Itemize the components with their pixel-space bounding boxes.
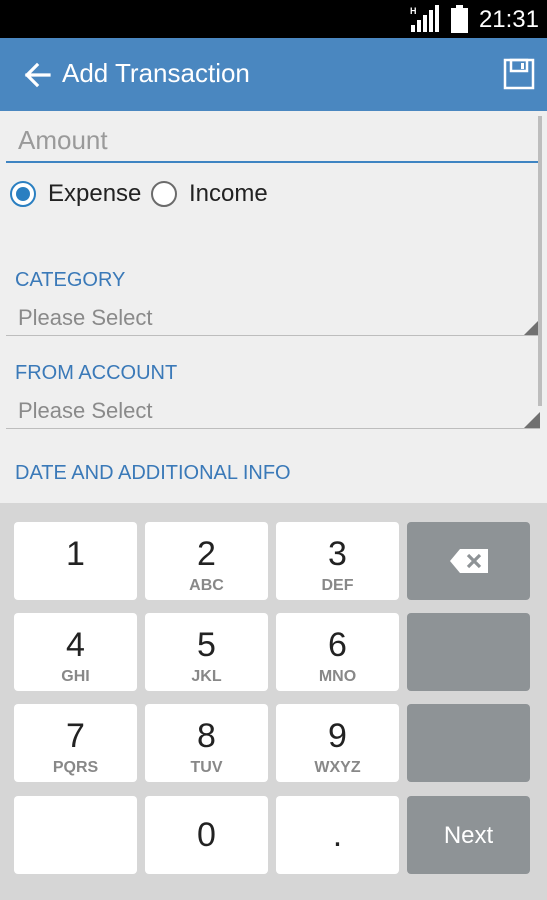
key-letters: MNO [318,668,357,685]
key-letters: TUV [190,759,223,776]
key-6[interactable]: 6 MNO [276,613,399,691]
expense-radio[interactable] [10,181,36,207]
key-letters: DEF [321,577,354,594]
key-decimal[interactable]: . [276,796,399,874]
svg-text:H: H [410,6,417,16]
key-0[interactable]: 0 [145,796,268,874]
amount-input[interactable] [6,119,538,163]
key-2[interactable]: 2 ABC [145,522,268,600]
blank-function-key[interactable] [407,613,530,691]
key-digit: . [332,816,343,854]
next-label: Next [443,822,494,849]
backspace-key[interactable] [407,522,530,600]
key-digit: 9 [328,717,347,755]
key-digit: 1 [66,535,85,573]
battery-icon [451,5,468,33]
key-digit: 3 [328,535,347,573]
key-9[interactable]: 9 WXYZ [276,704,399,782]
key-7[interactable]: 7 PQRS [14,704,137,782]
scrollbar[interactable] [538,116,542,406]
from-account-label: FROM ACCOUNT [15,362,178,384]
blank-function-key[interactable] [407,704,530,782]
save-icon[interactable] [503,58,535,90]
key-3[interactable]: 3 DEF [276,522,399,600]
key-letters: PQRS [52,759,99,776]
status-time: 21:31 [478,6,539,33]
key-digit: 6 [328,626,347,664]
key-digit: 8 [197,717,216,755]
next-button[interactable]: Next [407,796,530,874]
app-bar: Add Transaction [0,38,547,111]
key-letters: GHI [61,668,90,685]
from-account-spinner[interactable]: Please Select [6,392,540,429]
signal-icon: H [410,5,439,32]
key-digit: 5 [197,626,216,664]
category-value: Please Select [18,305,153,330]
category-spinner[interactable]: Please Select [6,299,540,336]
income-radio[interactable] [151,181,177,207]
page-title: Add Transaction [62,58,250,88]
key-4[interactable]: 4 GHI [14,613,137,691]
key-digit: 0 [197,816,216,854]
key-5[interactable]: 5 JKL [145,613,268,691]
key-digit: 4 [66,626,85,664]
blank-key[interactable] [14,796,137,874]
income-label[interactable]: Income [189,181,268,207]
category-label: CATEGORY [15,269,126,291]
status-bar: H 21:31 [0,0,547,38]
key-letters: ABC [189,577,224,594]
date-info-label[interactable]: DATE AND ADDITIONAL INFO [15,462,291,485]
key-letters: WXYZ [314,759,361,776]
expense-label[interactable]: Expense [48,181,141,207]
from-account-value: Please Select [18,398,153,423]
key-1[interactable]: 1 [14,522,137,600]
arrow-left-icon[interactable] [22,60,52,90]
key-8[interactable]: 8 TUV [145,704,268,782]
key-digit: 7 [66,717,85,755]
numeric-keypad: 1 2 ABC 3 DEF 4 GHI 5 JKL 6 MNO 7 PQRS 8… [0,503,547,900]
key-digit: 2 [197,535,216,573]
key-letters: JKL [191,668,222,685]
dropdown-corner-icon [524,412,540,428]
backspace-icon [450,549,488,573]
transaction-form: Expense Income CATEGORY Please Select FR… [0,111,547,503]
